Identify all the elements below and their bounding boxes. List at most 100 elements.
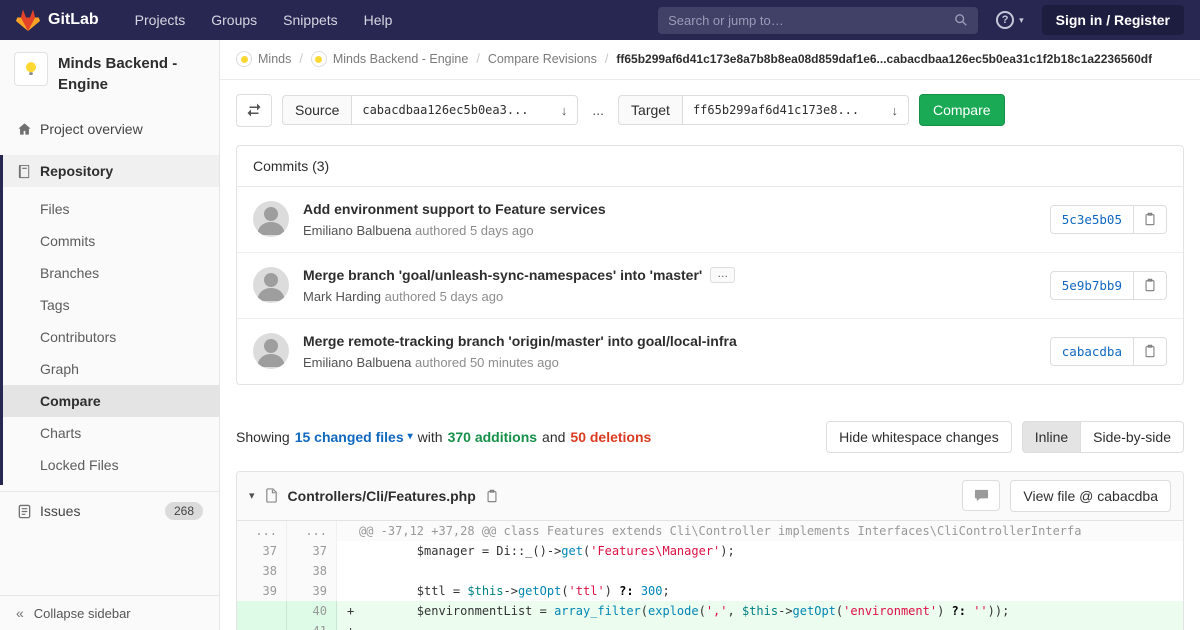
- nav-projects[interactable]: Projects: [135, 12, 186, 28]
- breadcrumb-page[interactable]: Compare Revisions: [488, 52, 597, 66]
- toggle-comments-button[interactable]: [962, 480, 1000, 511]
- commit-title-link[interactable]: Merge branch 'goal/unleash-sync-namespac…: [303, 267, 1034, 283]
- breadcrumb-group[interactable]: Minds: [236, 51, 291, 67]
- project-mini-avatar: [311, 51, 327, 67]
- old-line-number[interactable]: [237, 601, 287, 621]
- copy-sha-button[interactable]: [1134, 205, 1167, 234]
- sidebar-item-files[interactable]: Files: [3, 193, 219, 225]
- target-ref-dropdown[interactable]: ff65b299af6d41c173e8... ↓: [683, 95, 909, 125]
- copy-sha-button[interactable]: [1134, 337, 1167, 366]
- clipboard-icon: [1143, 278, 1157, 292]
- code-tokens: @@ -37,12 +37,28 @@ class Features exten…: [359, 524, 1081, 538]
- avatar[interactable]: [253, 333, 289, 369]
- swap-revisions-button[interactable]: [236, 94, 272, 127]
- commit-title-link[interactable]: Merge remote-tracking branch 'origin/mas…: [303, 333, 1034, 349]
- commit-sha-link[interactable]: 5c3e5b05: [1050, 205, 1134, 234]
- copy-sha-button[interactable]: [1134, 271, 1167, 300]
- diff-file-name[interactable]: Controllers/Cli/Features.php: [288, 488, 476, 504]
- new-line-number[interactable]: ...: [287, 521, 337, 541]
- breadcrumb-project-label: Minds Backend - Engine: [333, 52, 469, 66]
- commit-sha-link[interactable]: 5e9b7bb9: [1050, 271, 1134, 300]
- copy-file-path-icon[interactable]: [485, 489, 499, 503]
- tanuki-icon: [16, 8, 40, 32]
- commit-title-text: Merge branch 'goal/unleash-sync-namespac…: [303, 267, 702, 283]
- old-line-number[interactable]: 38: [237, 561, 287, 581]
- commit-sha-link[interactable]: cabacdba: [1050, 337, 1134, 366]
- sign-in-register-button[interactable]: Sign in / Register: [1042, 5, 1184, 35]
- old-line-number[interactable]: 39: [237, 581, 287, 601]
- compare-separator: ...: [592, 102, 604, 118]
- breadcrumb-separator: /: [299, 52, 302, 66]
- sidebar-item-project-overview[interactable]: Project overview: [0, 113, 219, 145]
- diff-line: 39 39 $ttl = $this->getOpt('ttl') ?: 300…: [237, 581, 1183, 601]
- collapse-icon: «: [16, 605, 24, 621]
- avatar[interactable]: [253, 201, 289, 237]
- collapse-sidebar-button[interactable]: « Collapse sidebar: [0, 595, 219, 630]
- breadcrumb: Minds / Minds Backend - Engine / Compare…: [220, 40, 1200, 80]
- new-line-number[interactable]: 38: [287, 561, 337, 581]
- project-header[interactable]: Minds Backend - Engine: [0, 40, 219, 107]
- nav-help[interactable]: Help: [364, 12, 393, 28]
- gitlab-logo[interactable]: GitLab: [16, 8, 99, 32]
- file-icon: [264, 488, 279, 503]
- breadcrumb-project[interactable]: Minds Backend - Engine: [311, 51, 469, 67]
- book-icon: [16, 164, 32, 179]
- inline-view-button[interactable]: Inline: [1022, 421, 1080, 453]
- commit-sha-group: 5c3e5b05: [1050, 205, 1167, 234]
- commit-meta: Emiliano Balbuena authored 5 days ago: [303, 223, 1034, 238]
- old-line-number[interactable]: 37: [237, 541, 287, 561]
- diff-file-header: ▾ Controllers/Cli/Features.php: [237, 472, 1183, 521]
- old-line-number[interactable]: [237, 621, 287, 630]
- commit-title-link[interactable]: Add environment support to Feature servi…: [303, 201, 1034, 217]
- side-by-side-view-button[interactable]: Side-by-side: [1080, 421, 1184, 453]
- commits-header: Commits (3): [237, 146, 1183, 187]
- source-ref-dropdown[interactable]: cabacdbaa126ec5b0ea3... ↓: [352, 95, 578, 125]
- sidebar-item-compare[interactable]: Compare: [3, 385, 219, 417]
- sidebar-item-tags[interactable]: Tags: [3, 289, 219, 321]
- collapse-diff-icon[interactable]: ▾: [249, 489, 255, 502]
- old-line-number[interactable]: ...: [237, 521, 287, 541]
- commit-author[interactable]: Mark Harding: [303, 289, 381, 304]
- sidebar-item-charts[interactable]: Charts: [3, 417, 219, 449]
- target-ref-value: ff65b299af6d41c173e8...: [693, 103, 884, 117]
- caret-down-icon: ▾: [408, 431, 413, 442]
- sidebar-item-issues[interactable]: Issues 268: [0, 491, 219, 530]
- sidebar-item-contributors[interactable]: Contributors: [3, 321, 219, 353]
- sidebar-item-repository[interactable]: Repository: [3, 155, 219, 187]
- new-line-number[interactable]: 39: [287, 581, 337, 601]
- avatar[interactable]: [253, 267, 289, 303]
- global-search[interactable]: [658, 7, 978, 34]
- commit-author[interactable]: Emiliano Balbuena: [303, 355, 411, 370]
- sidebar-item-branches[interactable]: Branches: [3, 257, 219, 289]
- hide-whitespace-button[interactable]: Hide whitespace changes: [826, 421, 1012, 453]
- compare-button[interactable]: Compare: [919, 94, 1005, 126]
- code-tokens: $manager = Di::_()->get('Features\Manage…: [359, 544, 735, 558]
- sidebar-item-commits[interactable]: Commits: [3, 225, 219, 257]
- clipboard-icon: [1143, 212, 1157, 226]
- commit-author[interactable]: Emiliano Balbuena: [303, 223, 411, 238]
- changed-files-dropdown[interactable]: 15 changed files ▾: [295, 429, 413, 445]
- project-sidebar: Minds Backend - Engine Project overview: [0, 40, 220, 630]
- commit-title-text: Merge remote-tracking branch 'origin/mas…: [303, 333, 737, 349]
- diff-sign: +: [347, 601, 359, 621]
- breadcrumb-group-label: Minds: [258, 52, 291, 66]
- issues-icon: [16, 504, 32, 519]
- collapse-label: Collapse sidebar: [34, 606, 131, 621]
- diff-table: ... ... @@ -37,12 +37,28 @@ class Featur…: [237, 521, 1183, 630]
- new-line-number[interactable]: 40: [287, 601, 337, 621]
- sidebar-item-locked-files[interactable]: Locked Files: [3, 449, 219, 481]
- group-avatar: [236, 51, 252, 67]
- diff-file-card: ▾ Controllers/Cli/Features.php: [236, 471, 1184, 630]
- help-dropdown[interactable]: ? ▾: [996, 11, 1024, 29]
- new-line-number[interactable]: 37: [287, 541, 337, 561]
- sidebar-item-graph[interactable]: Graph: [3, 353, 219, 385]
- expand-commit-description-button[interactable]: …: [710, 267, 735, 283]
- diff-line-added: 41 +: [237, 621, 1183, 630]
- nav-snippets[interactable]: Snippets: [283, 12, 337, 28]
- commit-row: Merge remote-tracking branch 'origin/mas…: [237, 319, 1183, 384]
- project-avatar: [14, 52, 48, 86]
- new-line-number[interactable]: 41: [287, 621, 337, 630]
- view-file-button[interactable]: View file @ cabacdba: [1010, 480, 1171, 512]
- search-input[interactable]: [668, 13, 954, 28]
- nav-groups[interactable]: Groups: [211, 12, 257, 28]
